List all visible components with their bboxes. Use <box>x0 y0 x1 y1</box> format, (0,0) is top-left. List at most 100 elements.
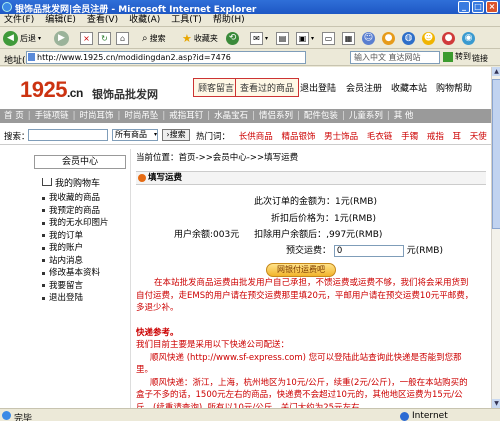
addon-3-button[interactable]: ☻ <box>422 30 435 46</box>
refresh-button[interactable]: ↻ <box>98 30 111 46</box>
hot-word[interactable]: 戒指 <box>427 132 444 142</box>
top-link-help[interactable]: 购物帮助 <box>436 81 472 94</box>
close-icon[interactable]: × <box>486 1 498 13</box>
sidebar-item-cart[interactable]: 我的购物车 <box>34 174 126 190</box>
network-icon: ◉ <box>462 31 475 45</box>
order-total-value: 1元(RMB) <box>335 197 377 207</box>
pay-shipping-label: 网银付运费吧 <box>277 265 325 274</box>
top-link-register[interactable]: 会员注册 <box>346 81 382 94</box>
category-select[interactable]: 所有商品 ▾ <box>112 129 158 141</box>
sidebar-item-images[interactable]: 我的无水印图片 <box>42 217 126 230</box>
section-bullet-icon <box>138 174 146 182</box>
prepay-input[interactable]: 0 <box>333 244 404 257</box>
go-arrow-icon <box>443 51 453 62</box>
hot-word[interactable]: 长供商品 <box>239 132 273 142</box>
search-button[interactable]: ⌕ 搜索 <box>142 30 166 46</box>
prepay-label: 预交运费： <box>286 246 332 256</box>
sidebar-item-favorites[interactable]: 我收藏的商品 <box>42 192 126 205</box>
menu-view[interactable]: 查看(V) <box>87 14 118 26</box>
messenger-button[interactable]: ☺ <box>362 30 375 46</box>
nav-item-other[interactable]: 其 他 <box>394 109 414 123</box>
addon-2-button[interactable]: ◍ <box>402 30 415 46</box>
site-header: 1925.cn 银饰品批发网 顾客留言 查看过的商品 退出登陆 会员注册 收藏本… <box>0 67 491 107</box>
stop-button[interactable]: × <box>80 30 93 46</box>
hot-word[interactable]: 天使 <box>470 132 487 142</box>
favorites-label: 收藏夹 <box>193 33 218 43</box>
menu-edit[interactable]: 编辑(E) <box>45 14 76 26</box>
sidebar-item-label: 我的账户 <box>49 243 84 253</box>
top-link-viewed[interactable]: 查看过的商品 <box>235 78 300 97</box>
sidebar-item-reserved[interactable]: 我预定的商品 <box>42 205 126 218</box>
scroll-thumb[interactable] <box>492 79 500 229</box>
research-button[interactable]: ▦ <box>342 30 355 46</box>
hot-word[interactable]: 耳 <box>453 132 462 142</box>
category-nav: 首 页 | 手链项链 | 时尚耳饰 | 时尚吊坠 | 戒指耳钉 | 水晶宝石 | 情侣系列 |… <box>0 109 491 123</box>
print-icon: ▤ <box>276 31 289 45</box>
hot-word[interactable]: 精品银饰 <box>281 132 315 142</box>
menu-file[interactable]: 文件(F) <box>4 14 34 26</box>
nav-item-pendants[interactable]: 时尚吊坠 <box>124 109 158 123</box>
go-button[interactable]: 转到 <box>443 51 471 62</box>
order-total-row: 此次订单的金额为：1元(RMB) <box>254 194 377 207</box>
sidebar-item-guestbook[interactable]: 我要留言 <box>42 280 126 293</box>
hot-word[interactable]: 毛衣链 <box>367 132 393 142</box>
sidebar-item-label: 我预定的商品 <box>49 205 101 216</box>
discuss-button[interactable]: ▭ <box>322 30 335 46</box>
scroll-down-icon[interactable]: ▼ <box>492 399 500 408</box>
direct-search-input[interactable]: 输入中文 直达网站 <box>350 51 440 64</box>
nav-item-home[interactable]: 首 页 <box>4 109 24 123</box>
address-input[interactable]: http://www.1925.cn/modidingdan2.asp?id=7… <box>26 51 306 64</box>
sidebar-item-orders[interactable]: 我的订单 <box>42 230 126 243</box>
security-zone-label: Internet <box>412 411 448 421</box>
mail-button[interactable]: ✉ ▾ <box>250 30 268 46</box>
addon-5-button[interactable]: ◉ <box>462 30 475 46</box>
notice-paragraph: 在本站批发商品运费由批发用户自己承担，不馈运费或运费不够，我们将会采用货到自付运… <box>136 278 474 313</box>
nav-item-crystal[interactable]: 水晶宝石 <box>214 109 248 123</box>
top-link-bookmark[interactable]: 收藏本站 <box>391 81 427 94</box>
site-logo[interactable]: 1925.cn <box>20 77 83 103</box>
site-search-input[interactable] <box>28 129 108 141</box>
addon-4-button[interactable]: ● <box>442 30 455 46</box>
minimize-icon[interactable]: _ <box>458 1 470 13</box>
forward-button[interactable]: ▶ <box>54 30 69 46</box>
favorites-button[interactable]: ★ 收藏夹 <box>182 30 218 46</box>
hot-word[interactable]: 手镯 <box>401 132 418 142</box>
page-icon <box>28 53 35 61</box>
sidebar-item-account[interactable]: 我的账户 <box>42 242 126 255</box>
top-link-guestbook[interactable]: 顾客留言 <box>193 78 240 97</box>
nav-item-kids[interactable]: 儿童系列 <box>349 109 383 123</box>
menu-tools[interactable]: 工具(T) <box>171 14 202 26</box>
vertical-scrollbar[interactable]: ▲ ▼ <box>491 67 500 408</box>
links-button[interactable]: 链接 <box>472 53 488 64</box>
history-button[interactable]: ⟲ <box>226 30 239 46</box>
research-icon: ▦ <box>342 31 355 45</box>
forward-arrow-icon: ▶ <box>54 30 69 46</box>
addon-1-button[interactable]: ● <box>382 30 395 46</box>
nav-item-bracelets[interactable]: 手链项链 <box>35 109 69 123</box>
home-button[interactable]: ⌂ <box>116 30 129 46</box>
sidebar-item-messages[interactable]: 站内消息 <box>42 255 126 268</box>
nav-item-earrings[interactable]: 时尚耳饰 <box>79 109 113 123</box>
site-search-button-label: 搜索 <box>169 130 186 139</box>
sidebar-item-profile[interactable]: 修改基本资料 <box>42 267 126 280</box>
scroll-up-icon[interactable]: ▲ <box>492 67 500 76</box>
maximize-icon[interactable]: □ <box>472 1 484 13</box>
top-link-logout[interactable]: 退出登陆 <box>300 81 336 94</box>
back-button[interactable]: ◀ 后退 ▾ <box>3 30 41 46</box>
pay-shipping-button[interactable]: 网银付运费吧 <box>266 263 336 277</box>
menu-favorites[interactable]: 收藏(A) <box>129 14 160 26</box>
hot-word[interactable]: 男士饰品 <box>324 132 358 142</box>
balance-value: 003元 <box>213 230 240 240</box>
bullet-icon <box>42 234 45 238</box>
nav-item-packaging[interactable]: 配件包装 <box>304 109 338 123</box>
security-zone: Internet <box>400 411 448 421</box>
page-done-icon <box>2 411 11 420</box>
print-button[interactable]: ▤ <box>276 30 289 46</box>
edit-button[interactable]: ▣ ▾ <box>296 30 314 46</box>
nav-item-couple[interactable]: 情侣系列 <box>259 109 293 123</box>
site-search-button[interactable]: ›搜索 <box>162 129 190 141</box>
sidebar-item-logout[interactable]: 退出登陆 <box>42 292 126 305</box>
nav-item-rings[interactable]: 戒指耳钉 <box>169 109 203 123</box>
back-label: 后退 <box>20 33 36 43</box>
menu-help[interactable]: 帮助(H) <box>213 14 245 26</box>
